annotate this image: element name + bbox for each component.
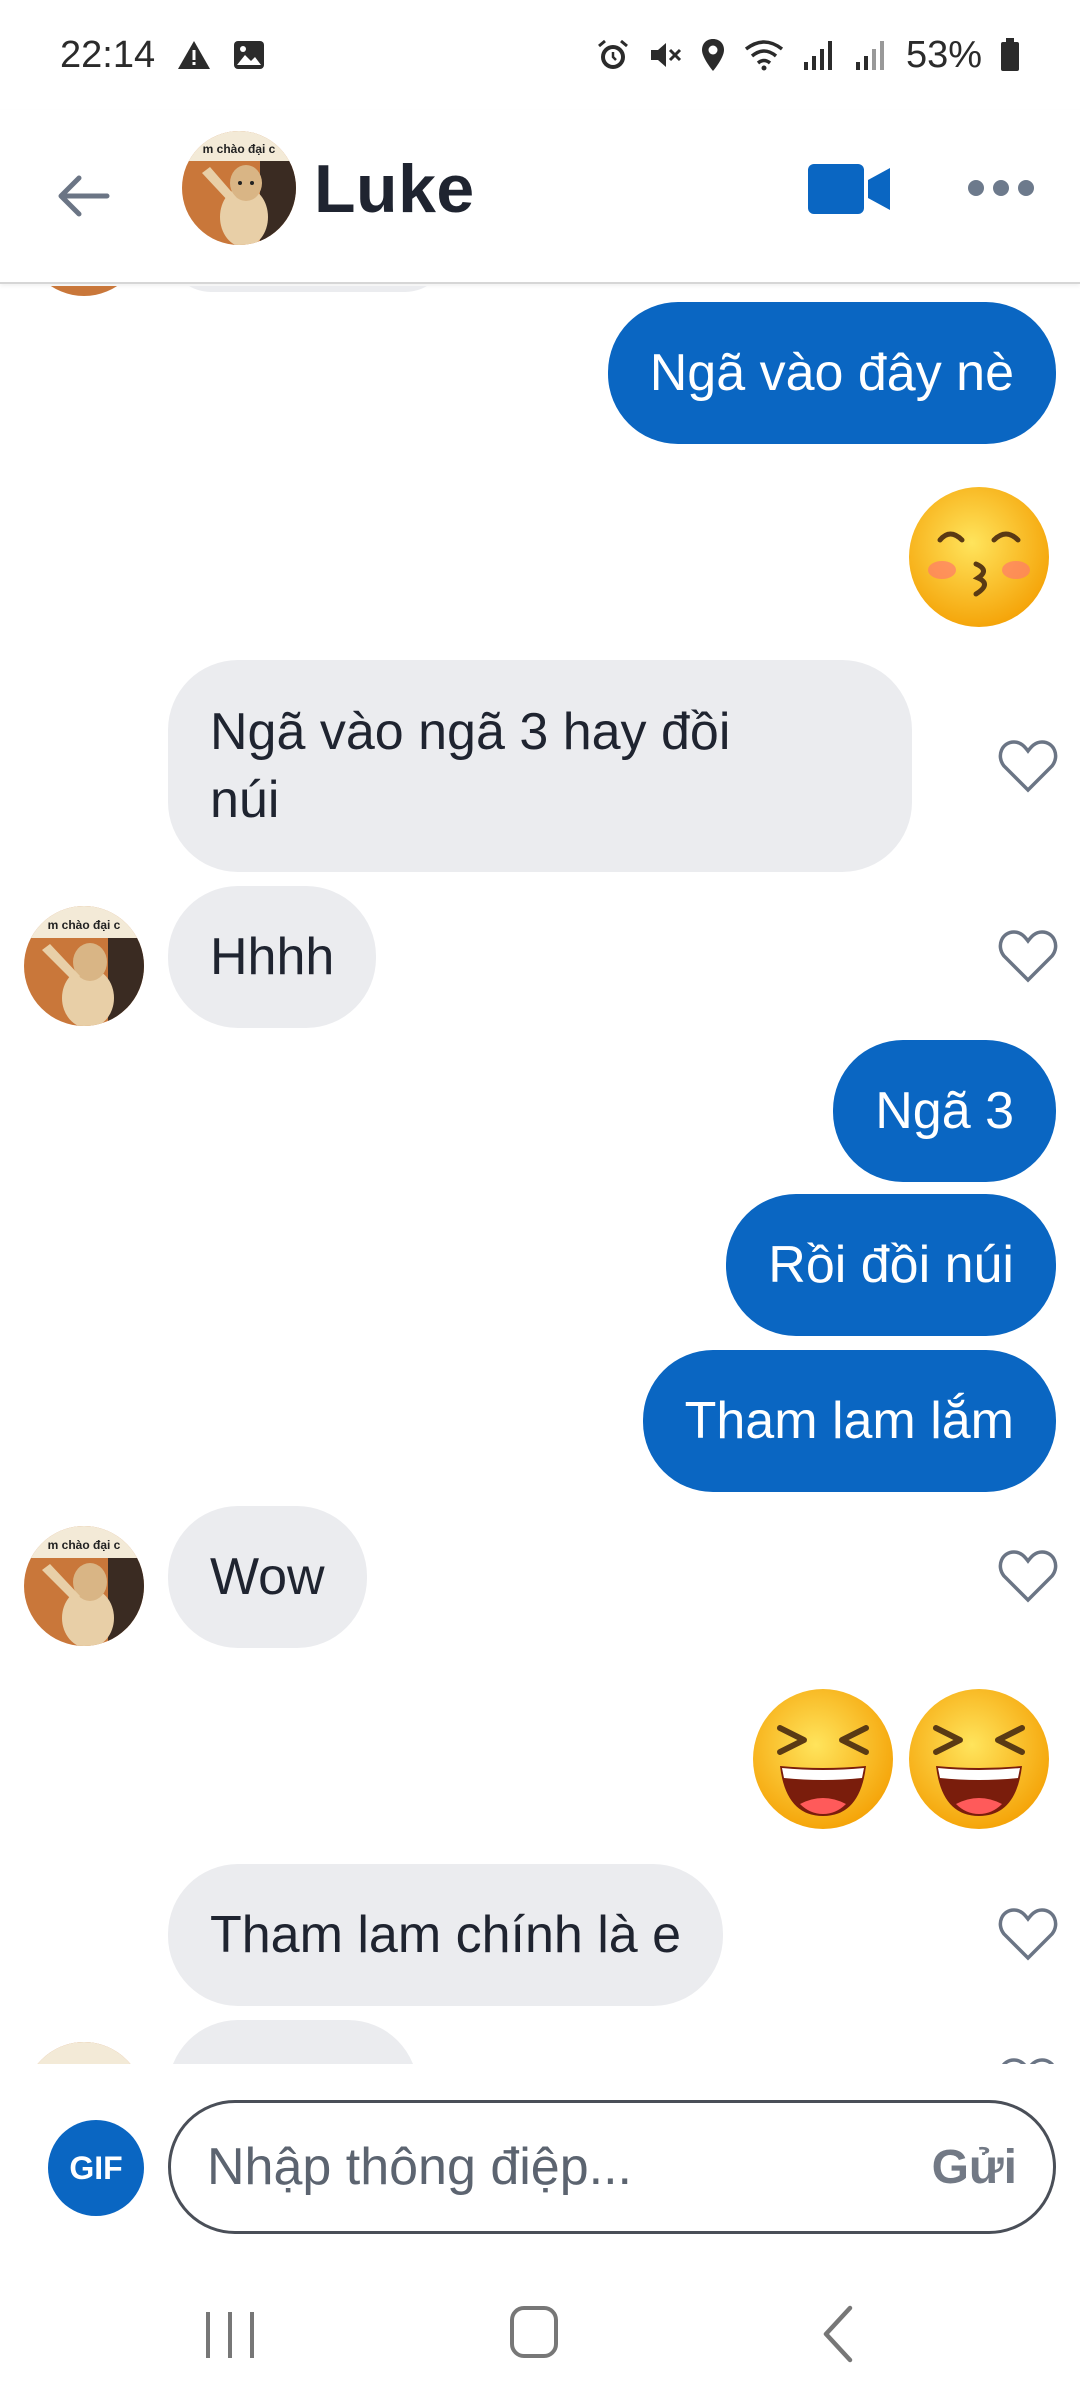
laughing-face-emoji[interactable] [750, 1686, 896, 1832]
gif-button[interactable]: GIF [48, 2120, 144, 2216]
message-bubble-partial[interactable] [168, 286, 448, 292]
heart-icon[interactable] [998, 738, 1058, 794]
back-button[interactable] [48, 160, 120, 232]
heart-icon-partial[interactable] [998, 2056, 1058, 2064]
contact-name[interactable]: Luke [314, 150, 475, 228]
recent-apps-button[interactable] [206, 2312, 254, 2358]
system-navigation-bar [0, 2260, 1080, 2400]
warning-icon [177, 40, 211, 70]
signal-icon-2 [854, 40, 888, 70]
recent-apps-icon [206, 2312, 210, 2358]
image-icon [233, 40, 265, 70]
avatar-caption: m chào đại c [48, 918, 121, 932]
message-bubble-in[interactable]: Tham lam chính là e [168, 1864, 724, 2006]
dot-icon [993, 180, 1009, 196]
video-call-button[interactable] [808, 162, 892, 216]
message-avatar-partial [24, 286, 144, 296]
avatar-caption: m chào đại c [203, 142, 276, 156]
contact-avatar[interactable]: m chào đại c [182, 131, 296, 245]
heart-icon[interactable] [998, 1548, 1058, 1604]
heart-icon[interactable] [998, 928, 1058, 984]
message-bubble-in[interactable]: Hhhh [168, 886, 377, 1028]
avatar-caption: m chào đại c [48, 1538, 121, 1552]
chevron-left-icon [823, 2305, 853, 2363]
dot-icon [1018, 180, 1034, 196]
location-icon [700, 38, 726, 72]
message-bubble-out[interactable]: Rồi đồi núi [726, 1194, 1056, 1336]
mute-icon [648, 39, 682, 71]
message-bubble-out[interactable]: Tham lam lắm [642, 1350, 1056, 1492]
kissing-face-emoji[interactable] [906, 484, 1052, 630]
message-bubble-out[interactable]: Ngã vào đây nè [607, 302, 1056, 444]
heart-icon[interactable] [998, 1906, 1058, 1962]
wifi-icon [744, 39, 784, 71]
recent-apps-icon [250, 2312, 254, 2358]
message-text: Ngã vào đây nè [649, 344, 1014, 402]
system-back-button[interactable] [818, 2304, 858, 2364]
home-button[interactable] [510, 2306, 558, 2358]
message-input[interactable] [207, 2137, 932, 2197]
message-text: Rồi đồi núi [768, 1236, 1014, 1294]
message-text: Ngã 3 [875, 1082, 1014, 1140]
signal-icon [802, 40, 836, 70]
message-text: Tham lam chính là e [210, 1906, 682, 1964]
back-arrow-icon [58, 175, 110, 217]
message-text: Wow [210, 1548, 325, 1606]
message-text: Tham lam lắm [684, 1392, 1014, 1450]
message-composer: Gửi [168, 2100, 1056, 2234]
message-bubble-partial[interactable] [168, 2020, 418, 2064]
message-text: Hhhh [210, 928, 335, 986]
message-text-line1: Ngã vào ngã 3 hay đồi [210, 703, 731, 761]
message-bubble-out[interactable]: Ngã 3 [833, 1040, 1056, 1182]
status-bar: 22:14 53% [0, 0, 1080, 110]
send-button[interactable]: Gửi [932, 2140, 1017, 2195]
message-bubble-in[interactable]: Wow [168, 1506, 367, 1648]
message-avatar[interactable]: m chào đại c [24, 1526, 144, 1646]
more-options-button[interactable] [968, 168, 1034, 208]
message-list[interactable]: Ngã vào đây nè Ngã vào ngã 3 hay đồi núi… [0, 286, 1080, 2064]
laughing-face-emoji[interactable] [906, 1686, 1052, 1832]
message-text-line2: núi [210, 771, 280, 829]
battery-icon [1000, 38, 1020, 72]
video-camera-icon [808, 164, 890, 214]
dot-icon [968, 180, 984, 196]
message-avatar[interactable]: m chào đại c [24, 906, 144, 1026]
chat-header: m chào đại c Luke [0, 110, 1080, 284]
message-bubble-in[interactable]: Ngã vào ngã 3 hay đồi núi [168, 660, 912, 872]
battery-percent: 53% [905, 33, 982, 76]
recent-apps-icon [228, 2312, 232, 2358]
alarm-icon [596, 38, 630, 72]
status-time: 22:14 [60, 33, 156, 76]
message-avatar-partial [24, 2042, 144, 2064]
